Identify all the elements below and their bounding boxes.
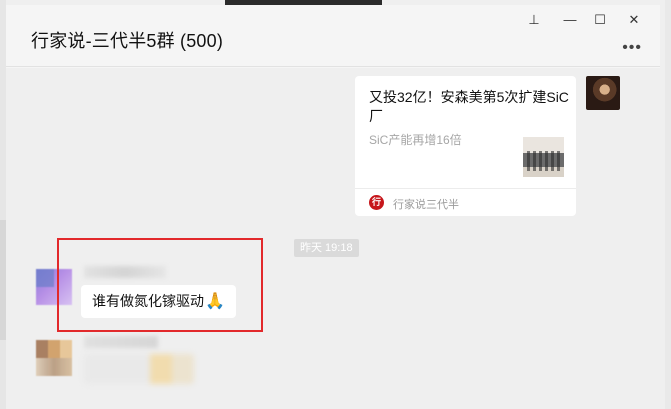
card-title: 又投32亿！安森美第5次扩建SiC厂 bbox=[369, 89, 569, 124]
source-logo-icon: 行 bbox=[369, 195, 384, 210]
card-source: 行家说三代半 bbox=[393, 199, 459, 211]
close-icon[interactable]: ✕ bbox=[623, 11, 645, 29]
chat-header: 行家说-三代半5群 (500) ⊥ — ☐ ✕ ••• bbox=[6, 5, 660, 67]
my-avatar[interactable] bbox=[586, 76, 620, 110]
highlight-box bbox=[57, 238, 263, 332]
more-options-icon[interactable]: ••• bbox=[622, 39, 642, 57]
minimize-icon[interactable]: — bbox=[559, 11, 581, 29]
chat-title: 行家说-三代半5群 (500) bbox=[31, 31, 224, 51]
card-subtitle: SiC产能再增16倍 bbox=[369, 133, 462, 147]
maximize-icon[interactable]: ☐ bbox=[589, 11, 611, 29]
message-timestamp: 昨天 19:18 bbox=[294, 239, 359, 257]
message-list: 又投32亿！安森美第5次扩建SiC厂 SiC产能再增16倍 行 行家说三代半 昨… bbox=[6, 68, 660, 409]
chat-window: 行家说-三代半5群 (500) ⊥ — ☐ ✕ ••• 又投32亿！安森美第5次… bbox=[6, 5, 660, 409]
card-thumbnail bbox=[523, 137, 564, 177]
right-window-edge bbox=[665, 0, 671, 409]
pin-icon[interactable]: ⊥ bbox=[523, 11, 545, 29]
sender-name-blurred-2 bbox=[84, 336, 158, 348]
card-divider bbox=[355, 188, 576, 189]
message-bubble-blurred bbox=[84, 354, 194, 384]
shared-article-card[interactable]: 又投32亿！安森美第5次扩建SiC厂 SiC产能再增16倍 行 行家说三代半 bbox=[355, 76, 576, 216]
sender-avatar-blurred-2[interactable] bbox=[36, 340, 72, 376]
